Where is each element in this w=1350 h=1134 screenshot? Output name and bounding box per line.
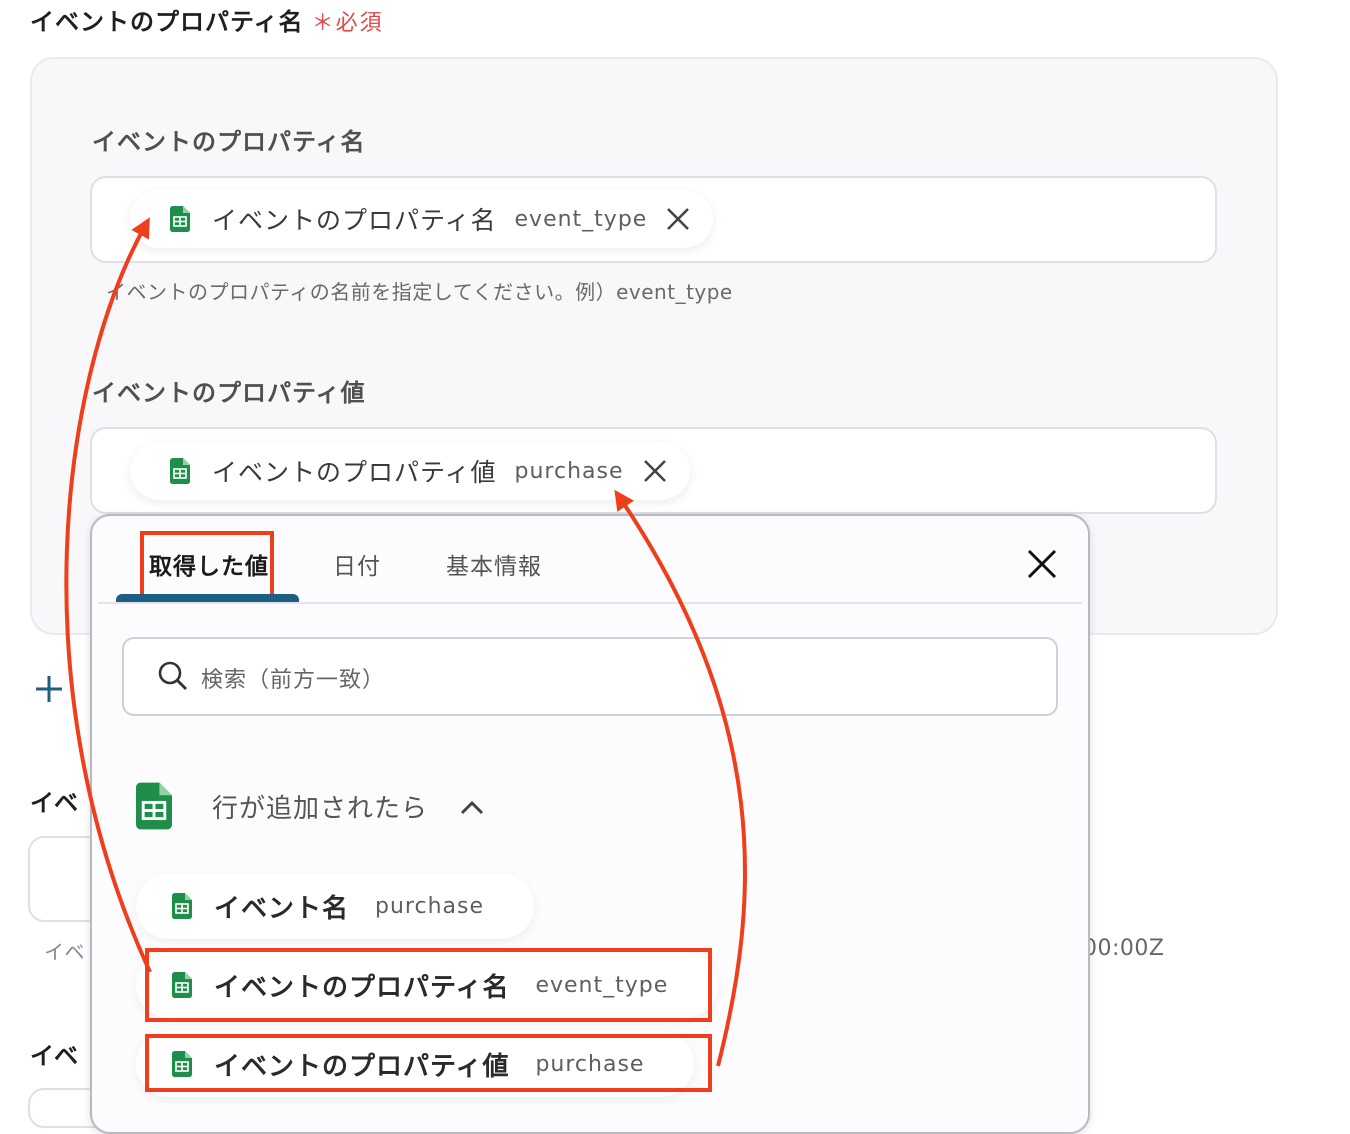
tab-divider xyxy=(98,602,1082,604)
section-header: イベントのプロパティ名 ＊必須 xyxy=(30,2,384,37)
close-icon[interactable] xyxy=(1027,549,1057,579)
item-value: purchase xyxy=(375,893,485,919)
property-name-hint: イベントのプロパティの名前を指定してください。例）event_type xyxy=(106,280,733,304)
section-title: イベントのプロパティ名 xyxy=(30,8,304,36)
close-icon[interactable] xyxy=(642,458,668,484)
search-placeholder: 検索（前方一致） xyxy=(201,668,386,693)
chip-value: purchase xyxy=(514,458,624,484)
search-icon xyxy=(158,661,187,690)
chip-value: event_type xyxy=(514,206,648,232)
chevron-up-icon[interactable] xyxy=(460,799,484,815)
list-item[interactable]: イベント名 purchase xyxy=(136,873,535,939)
item-highlight-box xyxy=(145,1034,712,1092)
tab-highlight-box xyxy=(140,531,274,599)
google-sheets-icon xyxy=(172,893,192,919)
bg-hint-end: 00:00Z xyxy=(1083,936,1165,961)
tab-basic-info[interactable]: 基本情報 xyxy=(446,547,542,581)
bg-section-label-2: イベ xyxy=(30,1042,78,1070)
property-name-label: イベントのプロパティ名 xyxy=(92,128,366,156)
chip-name: イベントのプロパティ値 xyxy=(212,458,497,487)
item-name: イベント名 xyxy=(214,893,350,924)
bg-hint-start: イベ xyxy=(44,940,85,964)
google-sheets-icon xyxy=(170,458,190,484)
plus-icon xyxy=(36,676,62,702)
bg-section-label: イベ xyxy=(30,789,78,817)
google-sheets-icon xyxy=(170,206,190,232)
required-label: ＊必須 xyxy=(311,11,384,36)
chip-name: イベントのプロパティ名 xyxy=(212,206,497,235)
item-highlight-box xyxy=(145,948,712,1022)
property-name-chip[interactable]: イベントのプロパティ名 event_type xyxy=(130,190,714,248)
group-title[interactable]: 行が追加されたら xyxy=(212,788,428,825)
active-tab-underline xyxy=(116,594,299,602)
property-value-chip[interactable]: イベントのプロパティ値 purchase xyxy=(130,442,690,500)
close-icon[interactable] xyxy=(665,206,691,232)
add-button[interactable] xyxy=(34,674,64,704)
property-value-label: イベントのプロパティ値 xyxy=(92,379,366,407)
google-sheets-icon xyxy=(136,782,172,830)
tab-date[interactable]: 日付 xyxy=(333,547,381,581)
